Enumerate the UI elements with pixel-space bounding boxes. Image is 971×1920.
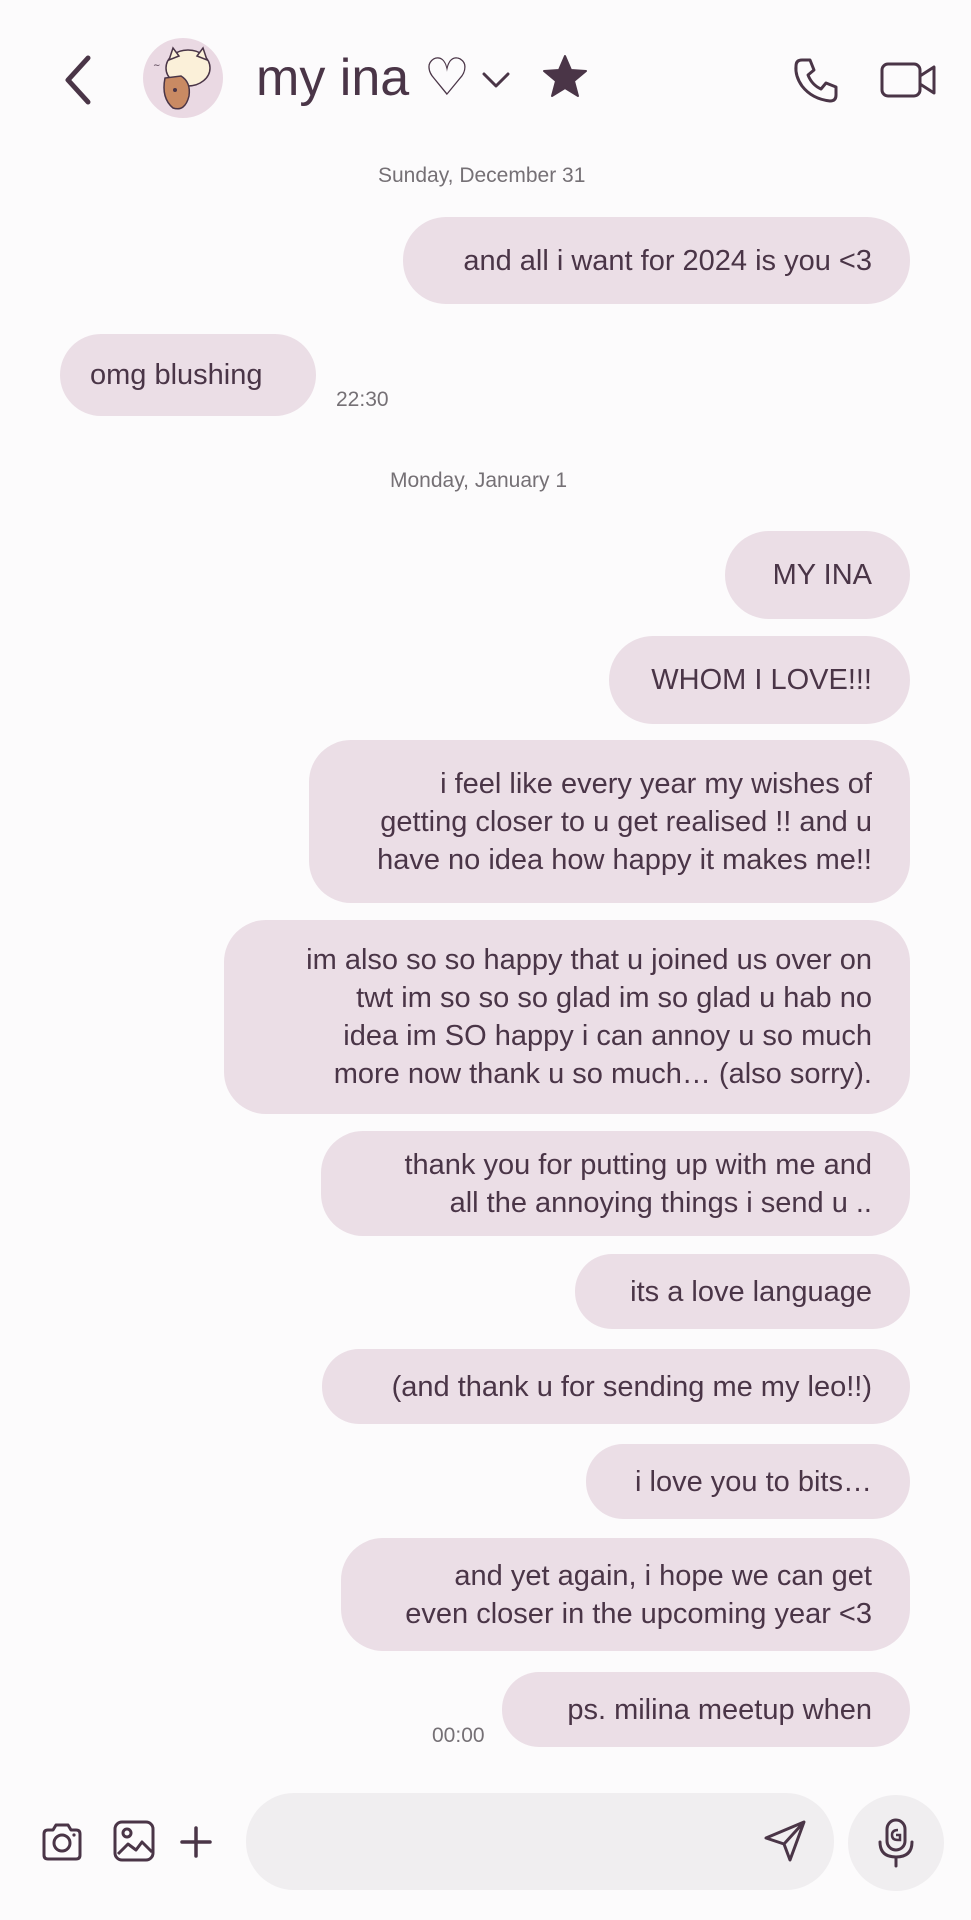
message-bubble-outgoing[interactable]: im also so so happy that u joined us ove… — [224, 920, 910, 1114]
message-line: im also so so happy that u joined us ove… — [306, 944, 872, 976]
message-timestamp: 00:00 — [432, 1724, 485, 1747]
chevron-down-icon[interactable] — [478, 62, 514, 98]
avatar-illustration: ∼ — [153, 46, 211, 110]
message-line: more now thank u so much… (also sorry). — [333, 1058, 872, 1090]
message-bubble-outgoing[interactable]: i feel like every year my wishes of gett… — [309, 740, 910, 903]
message-text: i feel like every year my wishes of gett… — [377, 765, 872, 879]
plus-icon[interactable] — [180, 1820, 212, 1864]
camera-icon[interactable] — [40, 1820, 84, 1864]
message-line: idea im SO happy i can annoy u so much — [343, 1020, 872, 1052]
back-arrow-icon[interactable] — [58, 50, 102, 110]
message-text: thank you for putting up with me and all… — [404, 1146, 872, 1222]
chat-header: ∼ my ina ♡ — [0, 0, 971, 160]
message-line: i feel like every year my wishes of — [440, 767, 872, 800]
send-icon[interactable] — [762, 1818, 808, 1864]
gallery-icon[interactable] — [112, 1818, 156, 1864]
message-text: and yet again, i hope we can get even cl… — [405, 1557, 872, 1633]
message-bubble-outgoing[interactable]: MY INA — [725, 531, 910, 619]
message-timestamp: 22:30 — [336, 388, 389, 411]
message-line: and yet again, i hope we can get — [454, 1559, 872, 1592]
message-line: all the annoying things i send u .. — [449, 1186, 872, 1219]
svg-text:∼: ∼ — [153, 60, 161, 70]
star-icon[interactable] — [540, 52, 590, 102]
phone-icon[interactable] — [790, 54, 842, 106]
message-line: have no idea how happy it makes me!! — [377, 843, 872, 876]
message-bubble-outgoing[interactable]: ps. milina meetup when — [502, 1672, 910, 1747]
message-line: even closer in the upcoming year <3 — [405, 1597, 872, 1630]
message-line: thank you for putting up with me and — [404, 1148, 872, 1181]
contact-name[interactable]: my ina ♡ — [256, 46, 470, 110]
video-icon[interactable] — [878, 54, 938, 106]
message-bubble-outgoing[interactable]: and yet again, i hope we can get even cl… — [341, 1538, 910, 1651]
message-bubble-outgoing[interactable]: thank you for putting up with me and all… — [321, 1131, 910, 1236]
message-line: getting closer to u get realised !! and … — [380, 805, 872, 838]
message-bubble-outgoing[interactable]: its a love language — [575, 1254, 910, 1329]
message-text: im also so so happy that u joined us ove… — [306, 941, 872, 1093]
message-bubble-incoming[interactable]: omg blushing — [60, 334, 316, 416]
microphone-icon[interactable] — [876, 1816, 916, 1870]
message-bubble-outgoing[interactable]: (and thank u for sending me my leo!!) — [322, 1349, 910, 1424]
message-line: twt im so so so glad im so glad u hab no — [356, 982, 872, 1014]
date-separator: Sunday, December 31 — [378, 164, 586, 187]
message-bubble-outgoing[interactable]: and all i want for 2024 is you <3 — [403, 217, 910, 304]
message-input[interactable] — [246, 1793, 834, 1890]
contact-avatar[interactable]: ∼ — [143, 38, 223, 118]
date-separator: Monday, January 1 — [390, 469, 568, 492]
message-bubble-outgoing[interactable]: i love you to bits… — [586, 1444, 910, 1519]
message-bubble-outgoing[interactable]: WHOM I LOVE!!! — [609, 636, 910, 724]
